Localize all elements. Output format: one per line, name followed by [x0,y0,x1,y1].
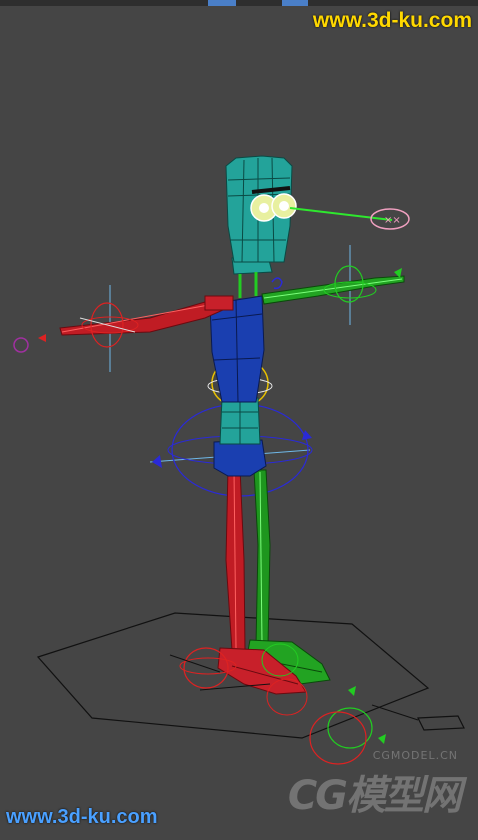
cg-logo-sub: CGMODEL.CN [372,749,458,762]
scene-canvas: ×× [13,155,465,765]
watermark-bottom: www.3d-ku.com [6,806,158,828]
cg-logo-main: CG模型网 [287,773,462,819]
ground-marker [417,715,465,731]
pelvis [213,439,267,477]
svg-text:××: ×× [384,215,401,226]
cg-logo: CGMODEL.CN CG模型网 [287,749,462,821]
3d-viewport[interactable]: ×× [0,6,478,835]
right-arm [261,275,405,305]
watermark-top: www.3d-ku.com [312,9,472,32]
